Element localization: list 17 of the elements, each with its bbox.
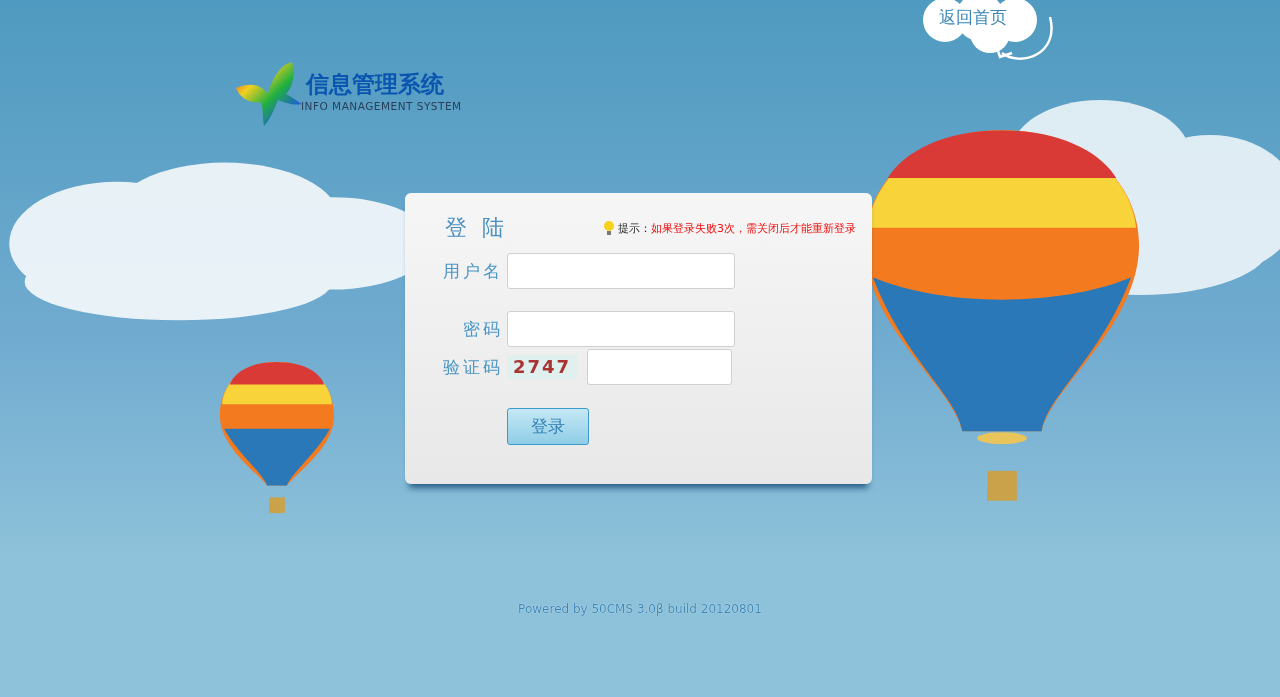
field-label: 密码 xyxy=(462,317,503,341)
hint-message: 如果登录失败3次，需关闭后才能重新登录 xyxy=(651,220,856,236)
username-field[interactable] xyxy=(507,253,735,289)
logo-subtitle: INFO MANAGEMENT SYSTEM xyxy=(301,99,462,112)
footer-text: Powered by 50CMS 3.0β build 20120801 xyxy=(517,602,763,616)
lightbulb-icon xyxy=(603,221,615,235)
password-field[interactable] xyxy=(507,311,735,347)
field-label: 用户名 xyxy=(442,259,503,283)
butterfly-icon xyxy=(234,60,304,126)
login-title: 登 陆 xyxy=(445,214,508,242)
login-button[interactable]: 登录 xyxy=(507,408,589,445)
logo-title: 信息管理系统 xyxy=(306,69,445,99)
captcha-image[interactable]: 2747 xyxy=(507,355,577,379)
captcha-field[interactable] xyxy=(587,349,732,385)
field-label: 验证码 xyxy=(442,355,503,379)
home-link[interactable]: 返回首页 xyxy=(939,6,1007,29)
hint-label: 提示： xyxy=(618,220,651,236)
